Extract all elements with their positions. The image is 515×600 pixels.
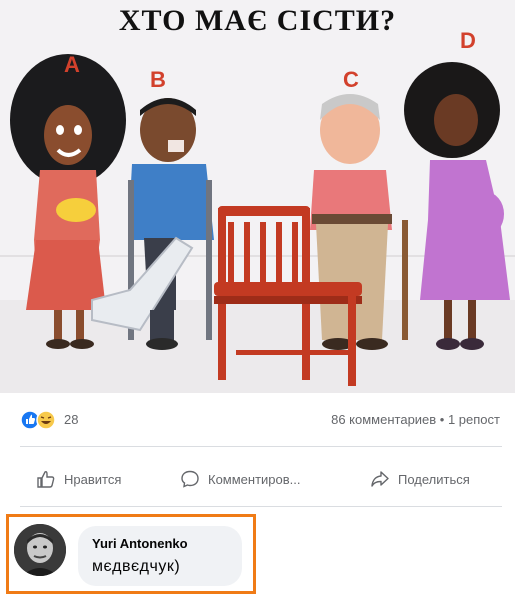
reaction-icons[interactable]	[20, 410, 60, 430]
comment-author[interactable]: Yuri Antonenko	[92, 536, 188, 551]
label-c: C	[343, 67, 359, 92]
post-image[interactable]: ХТО МАЄ СІСТИ? A B C D	[0, 0, 515, 393]
label-b: B	[150, 67, 166, 92]
share-label: Поделиться	[398, 471, 470, 487]
label-d: D	[460, 28, 476, 53]
image-title: ХТО МАЄ СІСТИ?	[118, 4, 397, 37]
share-button[interactable]: Поделиться	[370, 466, 470, 492]
like-button[interactable]: Нравится	[36, 466, 121, 492]
share-icon	[371, 471, 389, 487]
like-label: Нравится	[64, 471, 122, 487]
comment-share-stats[interactable]: 86 комментариев • 1 репост	[331, 412, 500, 427]
comment-text: мєдвєдчук)	[92, 558, 181, 575]
comment-bubble[interactable]: Yuri Antonenko мєдвєдчук)	[78, 526, 242, 586]
reaction-count[interactable]: 28	[64, 412, 78, 427]
divider	[20, 446, 502, 447]
thumbs-up-icon	[37, 471, 55, 488]
haha-icon	[36, 410, 56, 430]
reactions-bar: 28 86 комментариев • 1 репост	[20, 408, 500, 432]
label-a: A	[64, 52, 80, 77]
comment-label: Комментиров...	[208, 471, 301, 487]
comment-button[interactable]: Комментиров...	[180, 466, 301, 492]
divider	[20, 506, 502, 507]
user-photo-icon	[14, 524, 66, 576]
comment-icon	[181, 470, 199, 488]
avatar[interactable]	[14, 524, 66, 576]
